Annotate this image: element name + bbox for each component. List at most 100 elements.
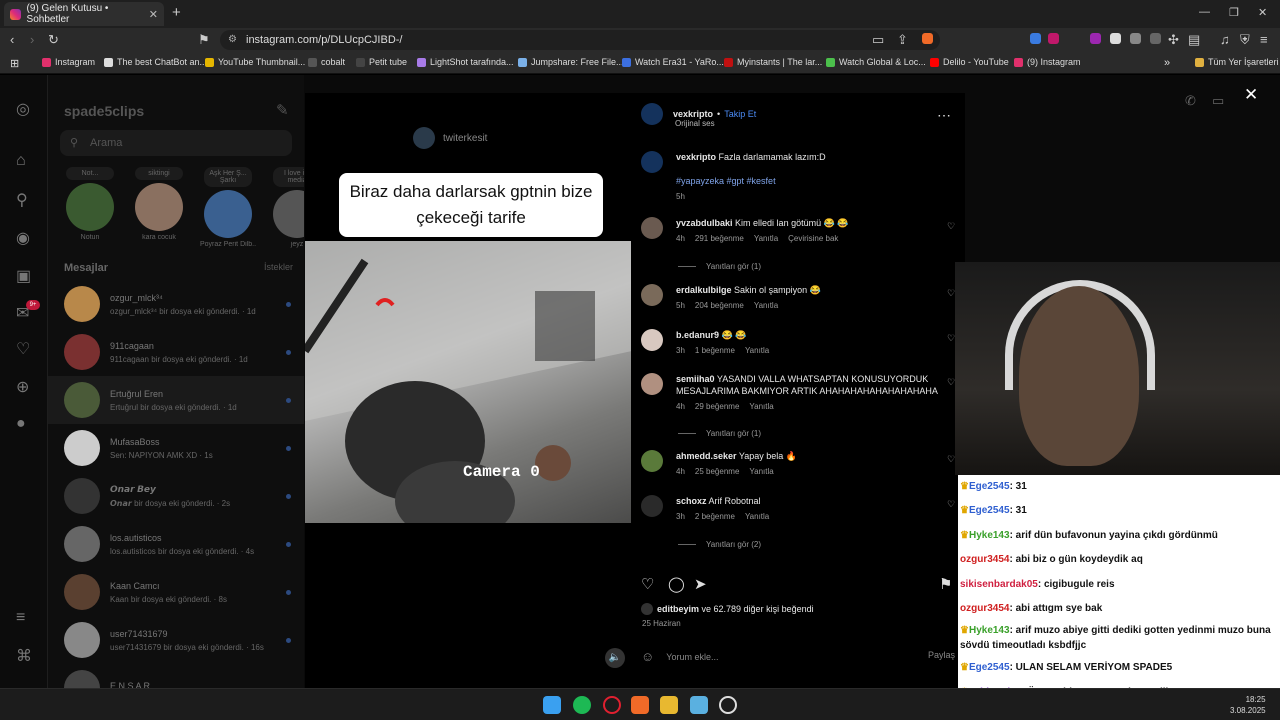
browser-tab[interactable]: (9) Gelen Kutusu • Sohbetler ✕: [4, 2, 164, 26]
comment-avatar[interactable]: [641, 495, 663, 517]
hashtags[interactable]: #yapayzeka #gpt #kesfet: [676, 175, 938, 187]
maximize-icon[interactable]: ❐: [1229, 6, 1239, 19]
comment-likes[interactable]: 29 beğenme: [695, 402, 739, 411]
comment-username[interactable]: yvzabdulbaki: [676, 218, 733, 228]
conversation-item[interactable]: MufasaBoss Sen: NAPIYON AMK XD · 1s: [48, 424, 304, 472]
author-avatar[interactable]: [641, 103, 663, 125]
video-call-icon[interactable]: ▭: [1212, 93, 1224, 109]
explore-icon[interactable]: ◉: [16, 228, 30, 248]
reload-icon[interactable]: ↻: [48, 32, 59, 48]
comment-reply-button[interactable]: Yanıtla: [749, 467, 773, 476]
system-clock[interactable]: 18:25 3.08.2025: [1230, 694, 1266, 716]
view-replies-link[interactable]: Yanıtları gör (2): [678, 540, 761, 549]
new-tab-icon[interactable]: +: [172, 4, 181, 21]
comment-likes[interactable]: 25 beğenme: [695, 467, 739, 476]
more-options-icon[interactable]: ⋯: [937, 107, 951, 124]
search-input[interactable]: ⚲ Arama: [60, 130, 292, 156]
photos-icon[interactable]: [690, 696, 708, 714]
comment-likes[interactable]: 204 beğenme: [695, 301, 744, 310]
bookmark-item[interactable]: Delilo - YouTube: [930, 57, 1009, 67]
start-windows-icon[interactable]: [543, 696, 561, 714]
requests-link[interactable]: İstekler: [264, 262, 293, 272]
bookmark-item[interactable]: Petit tube: [356, 57, 407, 67]
audio-label[interactable]: Orijinal ses: [675, 119, 715, 128]
comment-reply-button[interactable]: Yanıtla: [754, 301, 778, 310]
bookmark-item[interactable]: cobalt: [308, 57, 345, 67]
opera-icon[interactable]: [603, 696, 621, 714]
comment-reply-button[interactable]: Yanıtla: [749, 402, 773, 411]
share-icon[interactable]: ⇪: [897, 32, 908, 48]
comment-like-icon[interactable]: ♡: [947, 221, 955, 232]
see-translation-link[interactable]: Çevirisine bak: [788, 234, 838, 243]
comment-avatar[interactable]: [641, 284, 663, 306]
conversation-item[interactable]: ozgur_mlck³⁴ ozgur_mlck³⁴ bir dosya eki g…: [48, 280, 304, 328]
author-username[interactable]: vexkripto: [673, 109, 713, 119]
comment-avatar[interactable]: [641, 450, 663, 472]
bookmark-item[interactable]: Myinstants | The lar...: [724, 57, 822, 67]
voice-call-icon[interactable]: ✆: [1185, 93, 1196, 109]
close-window-icon[interactable]: ✕: [1258, 6, 1267, 19]
view-replies-link[interactable]: Yanıtları gör (1): [678, 262, 761, 271]
close-modal-icon[interactable]: ✕: [1244, 85, 1258, 105]
comment-reply-button[interactable]: Yanıtla: [745, 512, 769, 521]
extensions-puzzle-icon[interactable]: ✣: [1168, 32, 1179, 48]
comment-avatar[interactable]: [641, 217, 663, 239]
menu-icon[interactable]: ≡: [1260, 32, 1268, 47]
back-icon[interactable]: ‹: [10, 32, 14, 47]
site-info-icon[interactable]: ⚙: [228, 30, 237, 50]
apps-grid-icon[interactable]: ⊞: [10, 57, 19, 70]
comment-likes[interactable]: 2 beğenme: [695, 512, 735, 521]
minimize-icon[interactable]: —: [1199, 6, 1210, 18]
comment-avatar[interactable]: [641, 329, 663, 351]
share-send-icon[interactable]: ➤: [694, 575, 707, 593]
extension-icon[interactable]: [1048, 33, 1059, 44]
bookmark-item[interactable]: (9) Instagram: [1014, 57, 1081, 67]
install-icon[interactable]: ▭: [872, 32, 884, 48]
conversation-item[interactable]: 𝙊𝙣𝙖𝙧 𝘽𝙚𝙮 𝙊𝙣𝙖𝙧 bir dosya eki gönderdi. · 2…: [48, 472, 304, 520]
conversation-item[interactable]: user71431679 user71431679 bir dosya eki g…: [48, 616, 304, 664]
address-bar[interactable]: ⚙ instagram.com/p/DLUcpCJIBD-/: [220, 30, 940, 50]
notifications-heart-icon[interactable]: ♡: [16, 339, 30, 359]
profile-avatar-icon[interactable]: ●: [16, 415, 26, 433]
new-message-icon[interactable]: ✎: [276, 101, 289, 119]
reels-icon[interactable]: ▣: [16, 266, 31, 286]
caption-avatar[interactable]: [641, 151, 663, 173]
bookmark-item[interactable]: LightShot tarafında...: [417, 57, 514, 67]
comment-icon[interactable]: ◯: [668, 575, 685, 593]
reel-video[interactable]: twiterkesit Biraz daha darlarsak gptnin …: [305, 93, 632, 688]
comment-username[interactable]: b.edanur9: [676, 330, 719, 340]
comment-username[interactable]: erdalkulbilge: [676, 285, 732, 295]
bookmark-item[interactable]: Instagram: [42, 57, 95, 67]
conversation-item[interactable]: los.autisticos los.autisticos bir dosya e…: [48, 520, 304, 568]
like-heart-icon[interactable]: ♡: [641, 575, 654, 593]
brave-shield-icon[interactable]: [922, 33, 933, 44]
all-bookmarks[interactable]: Tüm Yer İşaretleri: [1195, 57, 1279, 67]
comment-like-icon[interactable]: ♡: [947, 499, 955, 510]
bookmark-item[interactable]: Watch Era31 - YaRo...: [622, 57, 724, 67]
home-icon[interactable]: ⌂: [16, 152, 26, 170]
comment-likes[interactable]: 291 beğenme: [695, 234, 744, 243]
conversation-item[interactable]: Ertuğrul Eren Ertuğrul bir dosya eki gönd…: [48, 376, 304, 424]
extension-icon[interactable]: [1110, 33, 1121, 44]
comment-username[interactable]: ahmedd.seker: [676, 451, 737, 461]
comment-like-icon[interactable]: ♡: [947, 377, 955, 388]
comment-like-icon[interactable]: ♡: [947, 288, 955, 299]
bookmark-item[interactable]: Watch Global & Loc...: [826, 57, 926, 67]
more-menu-icon[interactable]: ≡: [16, 609, 25, 627]
comment-username[interactable]: schoxz: [676, 496, 707, 506]
bookmark-item[interactable]: YouTube Thumbnail...: [205, 57, 305, 67]
close-tab-icon[interactable]: ✕: [149, 8, 158, 21]
instagram-logo-icon[interactable]: ◎: [16, 99, 30, 119]
threads-icon[interactable]: ⌘: [16, 646, 32, 666]
liker-username[interactable]: editbeyim: [657, 604, 699, 614]
save-bookmark-icon[interactable]: ⚑: [939, 575, 952, 593]
extension-icon[interactable]: [1130, 33, 1141, 44]
comment-input[interactable]: ☺ Yorum ekle...: [641, 649, 718, 664]
spotify-icon[interactable]: [573, 696, 591, 714]
comment-avatar[interactable]: [641, 373, 663, 395]
sidebar-icon[interactable]: ▤: [1188, 32, 1200, 48]
follow-button[interactable]: Takip Et: [724, 109, 756, 119]
bookmark-item[interactable]: The best ChatBot an...: [104, 57, 207, 67]
story-item[interactable]: Not... Notun: [62, 167, 118, 241]
obs-icon[interactable]: [719, 696, 737, 714]
